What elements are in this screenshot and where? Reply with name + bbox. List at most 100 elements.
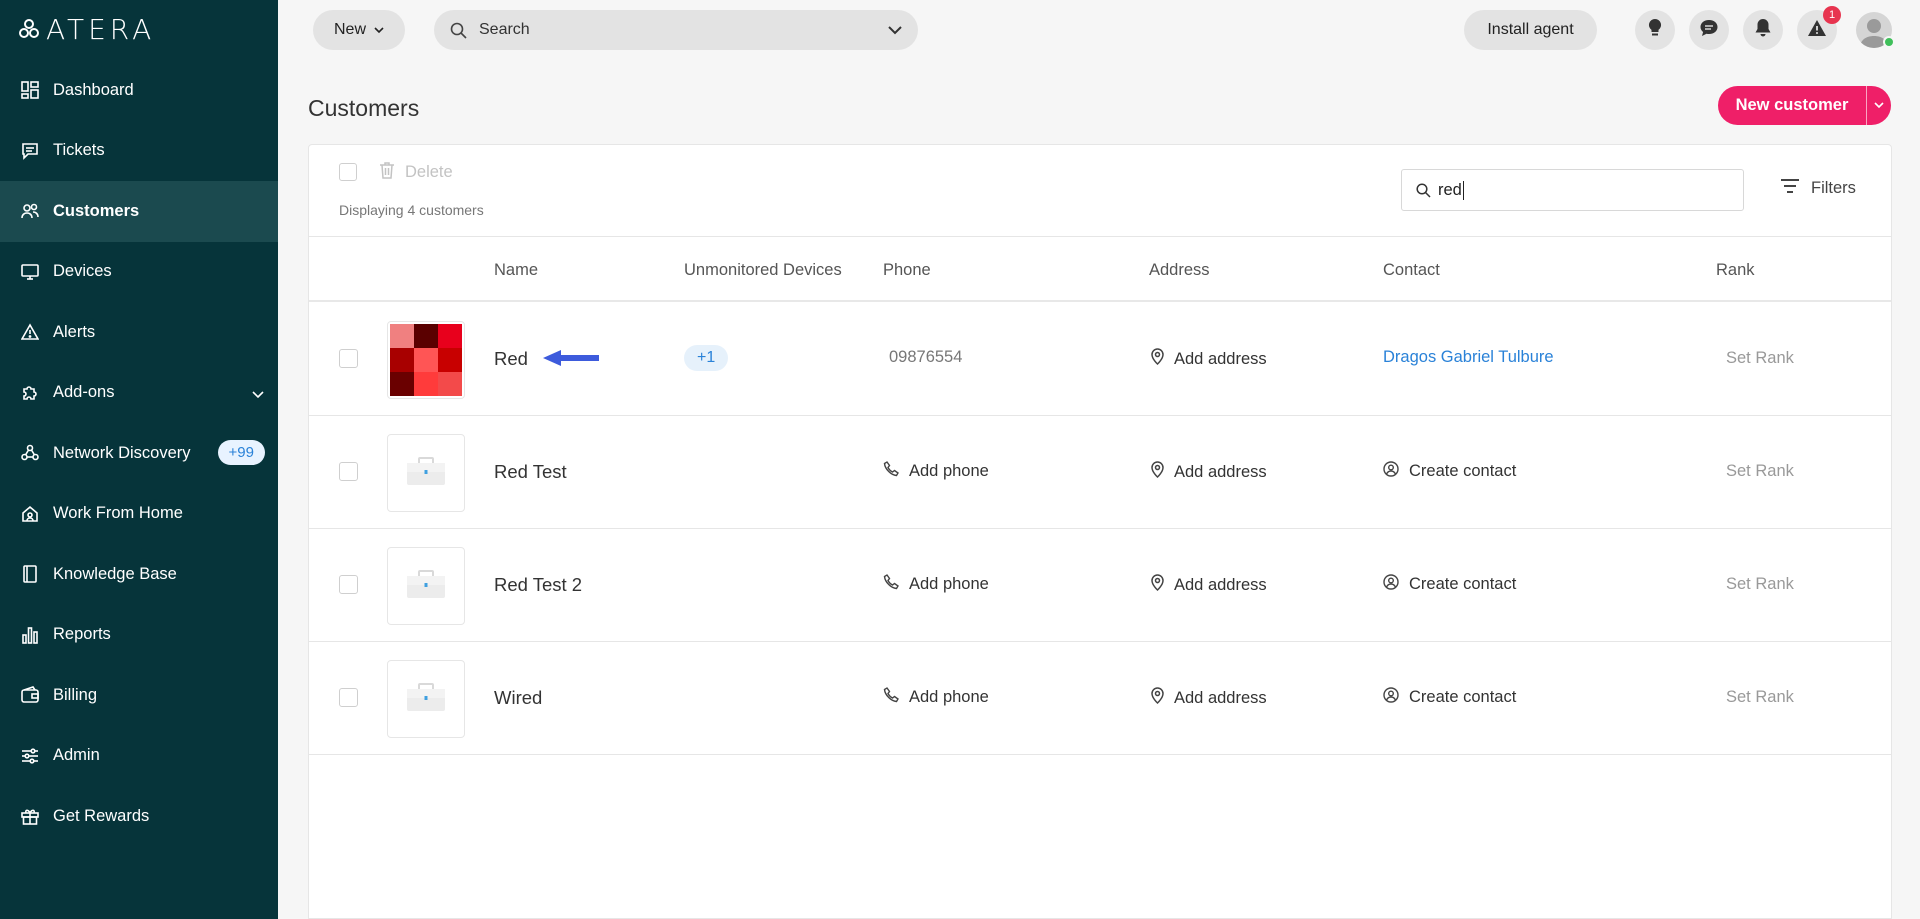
- filters-button[interactable]: Filters: [1781, 179, 1856, 198]
- sidebar-item-knowledge-base[interactable]: Knowledge Base: [0, 544, 278, 605]
- new-customer-button[interactable]: New customer: [1718, 86, 1891, 125]
- customer-name-link[interactable]: Wired: [494, 687, 542, 709]
- row-checkbox[interactable]: [339, 575, 358, 594]
- column-header-contact[interactable]: Contact: [1383, 261, 1440, 280]
- customer-logo-mosaic: [390, 324, 462, 396]
- address-label: Add address: [1174, 575, 1267, 594]
- phone-icon: [883, 687, 899, 708]
- customers-card: Delete Displaying 4 customers red Filter…: [308, 144, 1892, 919]
- briefcase-icon: [406, 569, 446, 604]
- add-phone-link[interactable]: Add phone: [883, 687, 989, 708]
- table-row[interactable]: Red +1 09876554 Add address Dragos Gabri…: [309, 303, 1891, 416]
- filter-value: red: [1438, 180, 1462, 199]
- atera-logo[interactable]: ATERA: [18, 13, 155, 46]
- online-status-dot: [1883, 36, 1895, 48]
- sidebar-item-label: Admin: [53, 746, 100, 765]
- sidebar-item-admin[interactable]: Admin: [0, 726, 278, 787]
- column-header-unmonitored[interactable]: Unmonitored Devices: [684, 261, 842, 280]
- customer-name-link[interactable]: Red: [494, 348, 528, 370]
- admin-icon: [20, 746, 40, 766]
- phone-label: Add phone: [909, 462, 989, 480]
- location-pin-icon: [1151, 687, 1164, 709]
- phone-icon: [883, 574, 899, 595]
- column-header-rank[interactable]: Rank: [1716, 261, 1755, 280]
- address-label: Add address: [1174, 688, 1267, 707]
- tips-button[interactable]: [1635, 10, 1675, 50]
- column-header-name[interactable]: Name: [494, 261, 538, 280]
- row-checkbox[interactable]: [339, 688, 358, 707]
- sidebar-item-label: Devices: [53, 262, 112, 281]
- sidebar-item-label: Customers: [53, 201, 140, 220]
- table-row[interactable]: Red Test 2 Add phone Add address Create …: [309, 529, 1891, 642]
- chevron-down-icon[interactable]: [252, 385, 264, 404]
- add-address-link[interactable]: Add address: [1151, 687, 1267, 709]
- set-rank-link[interactable]: Set Rank: [1726, 688, 1794, 707]
- new-button[interactable]: New: [313, 10, 405, 50]
- notifications-button[interactable]: [1743, 10, 1783, 50]
- sidebar-item-reports[interactable]: Reports: [0, 605, 278, 666]
- create-contact-link[interactable]: Create contact: [1383, 574, 1516, 595]
- sidebar-item-network-discovery[interactable]: Network Discovery +99: [0, 423, 278, 484]
- chat-button[interactable]: [1689, 10, 1729, 50]
- set-rank-link[interactable]: Set Rank: [1726, 349, 1794, 368]
- table-row[interactable]: Wired Add phone Add address Create conta…: [309, 642, 1891, 755]
- sidebar-item-billing[interactable]: Billing: [0, 665, 278, 726]
- contact-link[interactable]: Dragos Gabriel Tulbure: [1383, 348, 1554, 367]
- unmonitored-devices-badge[interactable]: +1: [684, 345, 729, 371]
- chevron-down-icon[interactable]: [1867, 102, 1891, 109]
- contact-label: Create contact: [1409, 688, 1517, 706]
- search-icon: [1416, 182, 1431, 198]
- sidebar-item-label: Billing: [53, 685, 98, 704]
- mosaic-tile: [390, 324, 414, 348]
- select-all-checkbox[interactable]: [339, 163, 357, 181]
- sidebar-item-addons[interactable]: Add-ons: [0, 363, 278, 424]
- set-rank-link[interactable]: Set Rank: [1726, 462, 1794, 481]
- devices-icon: [20, 262, 40, 282]
- mosaic-tile: [414, 372, 438, 396]
- dashboard-icon: [20, 80, 40, 100]
- chevron-down-icon: [374, 21, 384, 39]
- sidebar-item-tickets[interactable]: Tickets: [0, 121, 278, 182]
- create-contact-link[interactable]: Create contact: [1383, 461, 1516, 482]
- row-checkbox[interactable]: [339, 349, 358, 368]
- sidebar-item-alerts[interactable]: Alerts: [0, 302, 278, 363]
- user-circle-icon: [1383, 574, 1399, 595]
- lightbulb-icon: [1647, 18, 1663, 43]
- sidebar-item-work-from-home[interactable]: Work From Home: [0, 484, 278, 545]
- add-phone-link[interactable]: Add phone: [883, 461, 989, 482]
- chevron-down-icon[interactable]: [888, 25, 902, 35]
- customers-icon: [20, 201, 40, 221]
- sidebar-item-devices[interactable]: Devices: [0, 242, 278, 303]
- knowledge-base-icon: [20, 564, 40, 584]
- alerts-button[interactable]: 1: [1797, 6, 1841, 50]
- global-search[interactable]: Search: [434, 10, 918, 50]
- alerts-count-badge: 1: [1823, 6, 1841, 24]
- install-agent-button[interactable]: Install agent: [1464, 10, 1597, 50]
- add-phone-link[interactable]: Add phone: [883, 574, 989, 595]
- column-header-phone[interactable]: Phone: [883, 261, 931, 280]
- sidebar-item-customers[interactable]: Customers: [0, 181, 278, 242]
- sidebar-item-label: Add-ons: [53, 383, 115, 402]
- sidebar-item-dashboard[interactable]: Dashboard: [0, 60, 278, 121]
- add-address-link[interactable]: Add address: [1151, 574, 1267, 596]
- table-row[interactable]: Red Test Add phone Add address Create co…: [309, 416, 1891, 529]
- create-contact-link[interactable]: Create contact: [1383, 687, 1516, 708]
- sidebar-item-get-rewards[interactable]: Get Rewards: [0, 786, 278, 847]
- customer-name-link[interactable]: Red Test: [494, 461, 567, 483]
- add-address-link[interactable]: Add address: [1151, 461, 1267, 483]
- mosaic-tile: [438, 348, 462, 372]
- set-rank-link[interactable]: Set Rank: [1726, 575, 1794, 594]
- add-address-link[interactable]: Add address: [1151, 348, 1267, 370]
- phone-label: Add phone: [909, 688, 989, 706]
- mosaic-tile: [414, 324, 438, 348]
- customer-name-link[interactable]: Red Test 2: [494, 574, 582, 596]
- row-checkbox[interactable]: [339, 462, 358, 481]
- mosaic-tile: [414, 348, 438, 372]
- delete-label: Delete: [405, 163, 453, 181]
- delete-button[interactable]: Delete: [379, 161, 453, 184]
- customer-filter-input[interactable]: red: [1401, 169, 1744, 211]
- sidebar-item-label: Alerts: [53, 322, 96, 341]
- contact-label: Create contact: [1409, 575, 1517, 593]
- column-header-address[interactable]: Address: [1149, 261, 1210, 280]
- new-button-label: New: [333, 21, 366, 38]
